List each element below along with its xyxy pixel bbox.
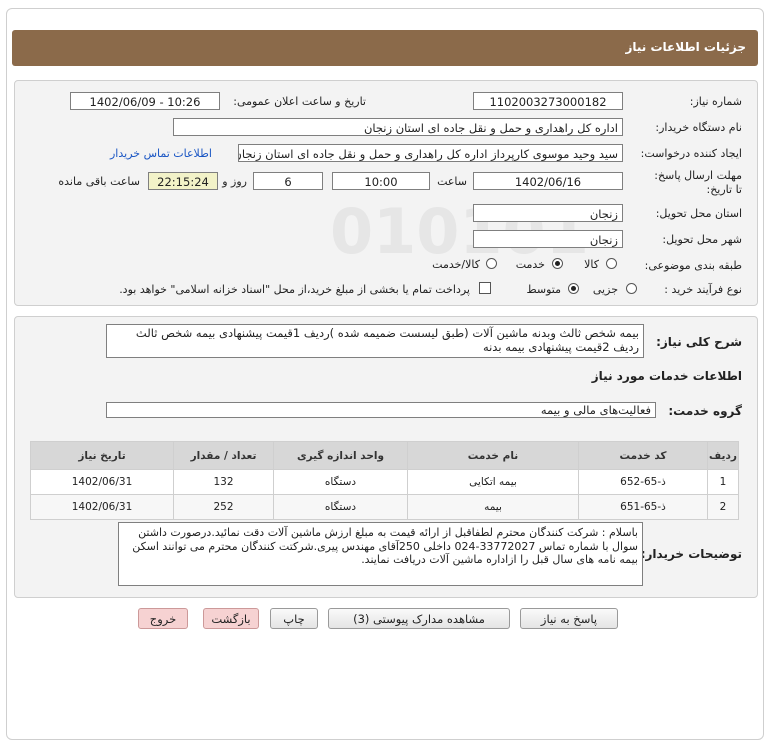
cell-date: 1402/06/31 — [30, 469, 174, 495]
deadline-label: مهلت ارسال پاسخ: تا تاریخ: — [654, 169, 742, 196]
cell-unit: دستگاه — [273, 469, 408, 495]
province-field: زنجان — [473, 204, 623, 222]
cell-date: 1402/06/31 — [30, 494, 174, 520]
buyer-notes-label: توضیحات خریدار: — [640, 547, 742, 561]
cell-code: ذ-65-651 — [578, 494, 708, 520]
col-unit-header: واحد اندازه گیری — [273, 441, 408, 470]
need-number-label: شماره نیاز: — [689, 95, 742, 108]
category-goods-label: کالا — [584, 258, 599, 271]
back-button[interactable]: بازگشت — [203, 608, 259, 629]
deadline-time-label: ساعت — [437, 175, 467, 188]
province-label: استان محل تحویل: — [655, 207, 742, 220]
process-label: نوع فرآیند خرید : — [664, 283, 742, 296]
remaining-label: ساعت باقی مانده — [58, 175, 140, 188]
days-label: روز و — [222, 175, 247, 188]
col-row-header: ردیف — [707, 441, 739, 470]
description-field: بیمه شخص ثالث وبدنه ماشین آلات (طبق لیسس… — [106, 324, 644, 358]
page-header: جزئیات اطلاعات نیاز — [12, 30, 758, 66]
cell-name: بیمه — [407, 494, 579, 520]
col-code-header: کد خدمت — [578, 441, 708, 470]
category-radio-goods-service[interactable] — [486, 258, 497, 269]
cell-row: 2 — [707, 494, 739, 520]
description-label: شرح کلی نیاز: — [656, 335, 742, 349]
buyer-contact-link[interactable]: اطلاعات تماس خریدار — [110, 147, 212, 160]
cell-code: ذ-65-652 — [578, 469, 708, 495]
cell-unit: دستگاه — [273, 494, 408, 520]
category-label: طبقه بندی موضوعی: — [644, 259, 742, 272]
buyer-notes-field: باسلام : شرکت کنندگان محترم لطفاقبل از ا… — [118, 522, 643, 586]
buyer-org-label: نام دستگاه خریدار: — [655, 121, 742, 134]
process-radio-medium[interactable] — [568, 283, 579, 294]
category-radio-goods[interactable] — [606, 258, 617, 269]
announce-label: تاریخ و ساعت اعلان عمومی: — [233, 95, 366, 108]
print-button[interactable]: چاپ — [270, 608, 318, 629]
treasury-payment-note: پرداخت تمام یا بخشی از مبلغ خرید،از محل … — [119, 283, 470, 296]
deadline-time-field: 10:00 — [332, 172, 430, 190]
service-group-label: گروه خدمت: — [668, 404, 742, 418]
cell-name: بیمه اتکایی — [407, 469, 579, 495]
cell-qty: 252 — [173, 494, 274, 520]
need-number-field: 1102003273000182 — [473, 92, 623, 110]
col-qty-header: تعداد / مقدار — [173, 441, 274, 470]
col-name-header: نام خدمت — [407, 441, 579, 470]
cell-qty: 132 — [173, 469, 274, 495]
reply-button[interactable]: پاسخ به نیاز — [520, 608, 618, 629]
table-row: 1 ذ-65-652 بیمه اتکایی دستگاه 132 1402/0… — [30, 469, 739, 495]
category-radio-service[interactable] — [552, 258, 563, 269]
exit-button[interactable]: خروج — [138, 608, 188, 629]
city-label: شهر محل تحویل: — [662, 233, 742, 246]
category-service-label: خدمت — [515, 258, 545, 271]
creator-field: سید وحید موسوی کارپرداز اداره کل راهداری… — [238, 144, 623, 162]
services-section-title: اطلاعات خدمات مورد نیاز — [591, 369, 742, 383]
treasury-payment-checkbox[interactable] — [479, 282, 491, 294]
table-row: 2 ذ-65-651 بیمه دستگاه 252 1402/06/31 — [30, 494, 739, 520]
process-minor-label: جزیی — [592, 283, 618, 296]
city-field: زنجان — [473, 230, 623, 248]
process-medium-label: متوسط — [526, 283, 561, 296]
days-field: 6 — [253, 172, 323, 190]
buyer-org-field: اداره کل راهداری و حمل و نقل جاده ای است… — [173, 118, 623, 136]
process-radio-minor[interactable] — [626, 283, 637, 294]
category-goods-service-label: کالا/خدمت — [432, 258, 480, 271]
services-table: ردیف کد خدمت نام خدمت واحد اندازه گیری ت… — [30, 441, 739, 520]
table-header-row: ردیف کد خدمت نام خدمت واحد اندازه گیری ت… — [30, 441, 739, 470]
col-date-header: تاریخ نیاز — [30, 441, 174, 470]
service-group-field: فعالیت‌های مالی و بیمه — [106, 402, 656, 418]
announce-field: 1402/06/09 - 10:26 — [70, 92, 220, 110]
view-attachments-button[interactable]: مشاهده مدارک پیوستی (3) — [328, 608, 510, 629]
creator-label: ایجاد کننده درخواست: — [640, 147, 742, 160]
page-title: جزئیات اطلاعات نیاز — [625, 40, 746, 54]
remaining-time-field: 22:15:24 — [148, 172, 218, 190]
cell-row: 1 — [707, 469, 739, 495]
deadline-date-field: 1402/06/16 — [473, 172, 623, 190]
